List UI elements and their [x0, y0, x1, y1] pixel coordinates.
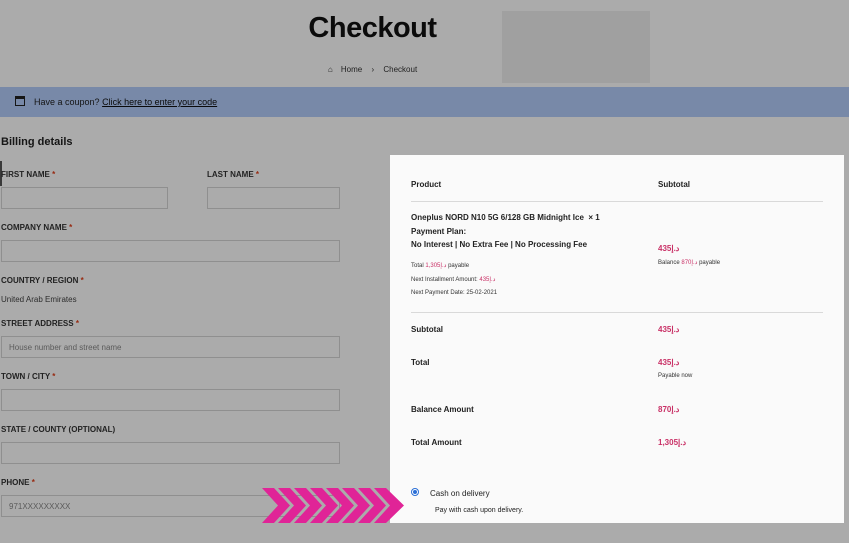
next-payment-date: Next Payment Date: 25-02-2021 — [411, 290, 498, 296]
payment-plan-value: No Interest | No Extra Fee | No Processi… — [411, 240, 588, 249]
payment-method-description: Pay with cash upon delivery. — [435, 507, 524, 514]
payment-method-label[interactable]: Cash on delivery — [430, 489, 490, 498]
next-installment-note: Next Installment Amount: 435د.إ — [411, 277, 496, 283]
subtotal-value: 435د.إ — [658, 325, 680, 334]
total-amount-value: 1,305د.إ — [658, 438, 687, 447]
product-column-header: Product — [411, 180, 442, 189]
order-review-panel: Product Subtotal Oneplus NORD N10 5G 6/1… — [390, 155, 844, 523]
product-name: Oneplus NORD N10 5G 6/128 GB Midnight Ic… — [411, 213, 600, 222]
divider — [411, 312, 823, 313]
item-price: 435د.إ — [658, 244, 680, 253]
cash-on-delivery-radio[interactable] — [411, 488, 419, 496]
total-payable-note: Total 1,305د.إ payable — [411, 263, 470, 269]
total-label: Total — [411, 358, 430, 367]
payable-now-note: Payable now — [658, 373, 693, 379]
balance-amount-value: 870د.إ — [658, 405, 680, 414]
subtotal-label: Subtotal — [411, 325, 443, 334]
divider — [411, 201, 823, 202]
checkout-page: Checkout ⌂ Home › Checkout Have a coupon… — [0, 0, 849, 543]
total-amount-label: Total Amount — [411, 438, 462, 447]
balance-payable-note: Balance 870د.إ payable — [658, 260, 721, 266]
total-value: 435د.إ — [658, 358, 680, 367]
balance-amount-label: Balance Amount — [411, 405, 474, 414]
payment-plan-label: Payment Plan: — [411, 227, 467, 236]
subtotal-column-header: Subtotal — [658, 180, 690, 189]
pink-arrows-icon — [262, 488, 404, 523]
